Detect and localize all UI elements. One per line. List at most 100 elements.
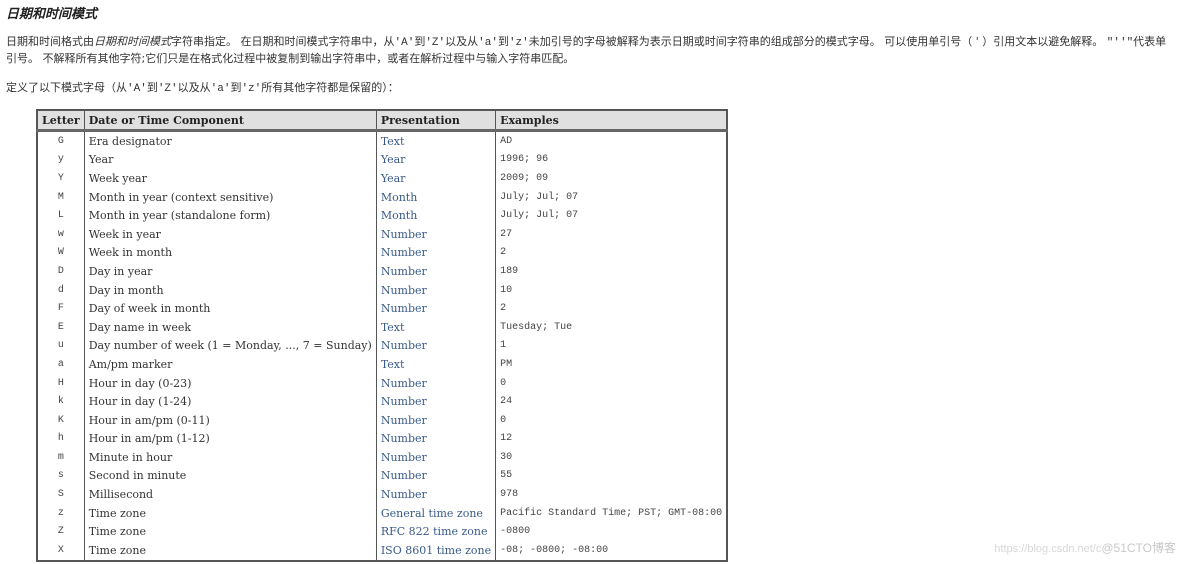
cell-component: Day number of week (1 = Monday, ..., 7 =… (84, 336, 377, 356)
cell-letter: F (37, 299, 85, 318)
cell-examples: Pacific Standard Time; PST; GMT-08:00 (500, 507, 723, 519)
table-row: K Hour in am/pm (0-11) Number 0 (37, 410, 727, 430)
cell-presentation: Number (376, 336, 497, 356)
cell-examples: 24 (500, 396, 513, 408)
header-component: Date or Time Component (84, 110, 377, 132)
cell-letter: d (37, 280, 85, 300)
table-row: w Week in year Number 27 (37, 224, 727, 244)
code-literal: 'z' (508, 37, 529, 49)
cell-component: Month in year (context sensitive) (84, 187, 377, 207)
table-row: k Hour in day (1-24) Number 24 (37, 392, 727, 411)
cell-letter: D (37, 262, 85, 281)
cell-examples: 189 (500, 265, 519, 277)
cell-letter: k (37, 392, 85, 411)
cell-letter: G (37, 130, 85, 151)
cell-letter: y (37, 150, 85, 170)
cell-presentation: RFC 822 time zone (376, 522, 497, 542)
cell-letter: W (37, 243, 85, 263)
cell-component: Time zone (84, 503, 377, 523)
table-row: F Day of week in month Number 2 (37, 299, 727, 318)
table-row: X Time zone ISO 8601 time zone -08; -0800; … (37, 541, 727, 561)
intro-text: 到 (414, 35, 426, 48)
cell-examples: July; Jul; 07 (500, 210, 579, 222)
cell-letter: K (37, 410, 85, 430)
code-literal: 'z' (241, 83, 262, 95)
section-title: 日期和时间模式 (6, 7, 98, 22)
cell-component: Minute in hour (84, 448, 377, 467)
intro-emphasis: 日期和时间模式 (94, 35, 171, 48)
table-row: H Hour in day (0-23) Number 0 (37, 373, 727, 393)
defined-text: 到 (230, 81, 242, 94)
table-body: G Era designator Text AD y Year Year 1996; 96 Y W… (37, 130, 727, 561)
cell-component: Time zone (84, 522, 377, 542)
cell-component: Day name in week (84, 317, 377, 337)
pattern-letters-table: Letter Date or Time Component Presentati… (36, 109, 729, 562)
table-row: M Month in year (context sensitive) Month J… (37, 187, 727, 207)
cell-examples: 27 (500, 228, 513, 240)
cell-presentation: Number (376, 485, 497, 504)
table-row: d Day in month Number 10 (37, 280, 727, 300)
cell-examples: AD (500, 135, 513, 147)
cell-presentation: Number (376, 466, 497, 486)
table-row: W Week in month Number 2 (37, 243, 727, 263)
cell-letter: E (37, 317, 85, 337)
cell-component: Month in year (standalone form) (84, 206, 377, 225)
intro-text: 以及从 (445, 35, 479, 48)
code-literal: 'a' (210, 83, 231, 95)
cell-examples: -08; -0800; -08:00 (500, 544, 609, 556)
cell-presentation: Text (376, 355, 497, 374)
defined-paragraph: 定义了以下模式字母（从'A'到'Z'以及从'a'到'z'所有其他字符都是保留的）… (6, 80, 399, 97)
table-row: S Millisecond Number 978 (37, 485, 727, 504)
table-row: u Day number of week (1 = Monday, ..., 7 … (37, 336, 727, 356)
table-row: L Month in year (standalone form) Month Jul… (37, 206, 727, 225)
cell-component: Time zone (84, 541, 377, 561)
cell-examples: 12 (500, 433, 513, 445)
cell-presentation: Number (376, 448, 497, 467)
cell-letter: X (37, 541, 85, 561)
cell-presentation: Year (376, 150, 497, 170)
cell-examples: -0800 (500, 526, 531, 538)
cell-component: Hour in day (1-24) (84, 392, 377, 411)
cell-letter: h (37, 429, 85, 449)
watermark-brand: @51CTO博客 (1101, 541, 1176, 555)
cell-letter: L (37, 206, 85, 225)
cell-letter: w (37, 224, 85, 244)
intro-text: 未加引号的字母被解释为表示日期或时间字符串的组成部分的模式字母。 可以使用单引号… (528, 35, 1104, 48)
cell-presentation: Text (376, 130, 497, 151)
header-examples: Examples (495, 110, 728, 132)
cell-examples: PM (500, 358, 513, 370)
watermark: https://blog.csdn.net/c@51CTO博客 (994, 539, 1176, 556)
cell-component: Day in year (84, 262, 377, 281)
cell-component: Am/pm marker (84, 355, 377, 374)
table-row: D Day in year Number 189 (37, 262, 727, 281)
cell-component: Day in month (84, 280, 377, 300)
code-literal: 'Z' (425, 37, 446, 49)
cell-presentation: Month (376, 187, 497, 207)
cell-component: Year (84, 150, 377, 170)
header-letter: Letter (37, 110, 85, 132)
intro-text: 到 (497, 35, 509, 48)
cell-presentation: Month (376, 206, 497, 225)
cell-examples: 0 (500, 377, 507, 389)
cell-examples: 30 (500, 451, 513, 463)
defined-text: 所有其他字符都是保留的）： (261, 81, 399, 94)
header-presentation: Presentation (376, 110, 497, 132)
cell-component: Week in month (84, 243, 377, 263)
cell-letter: s (37, 466, 85, 486)
cell-examples: 2 (500, 247, 507, 259)
table-row: m Minute in hour Number 30 (37, 448, 727, 467)
cell-examples: 0 (500, 414, 507, 426)
code-literal: 'a' (478, 37, 498, 49)
code-literal: 'Z' (157, 83, 178, 95)
cell-presentation: Number (376, 243, 497, 263)
intro-text: 日期和时间格式由 (6, 35, 94, 48)
table-row: y Year Year 1996; 96 (37, 150, 727, 170)
cell-letter: z (37, 503, 85, 523)
table-row: E Day name in week Text Tuesday; Tue (37, 317, 727, 337)
table-row: Z Time zone RFC 822 time zone -0800 (37, 522, 727, 542)
table-row: h Hour in am/pm (1-12) Number 12 (37, 429, 727, 449)
cell-examples: 1 (500, 340, 507, 352)
cell-letter: a (37, 355, 85, 374)
cell-component: Day of week in month (84, 299, 377, 318)
cell-letter: m (37, 448, 85, 467)
